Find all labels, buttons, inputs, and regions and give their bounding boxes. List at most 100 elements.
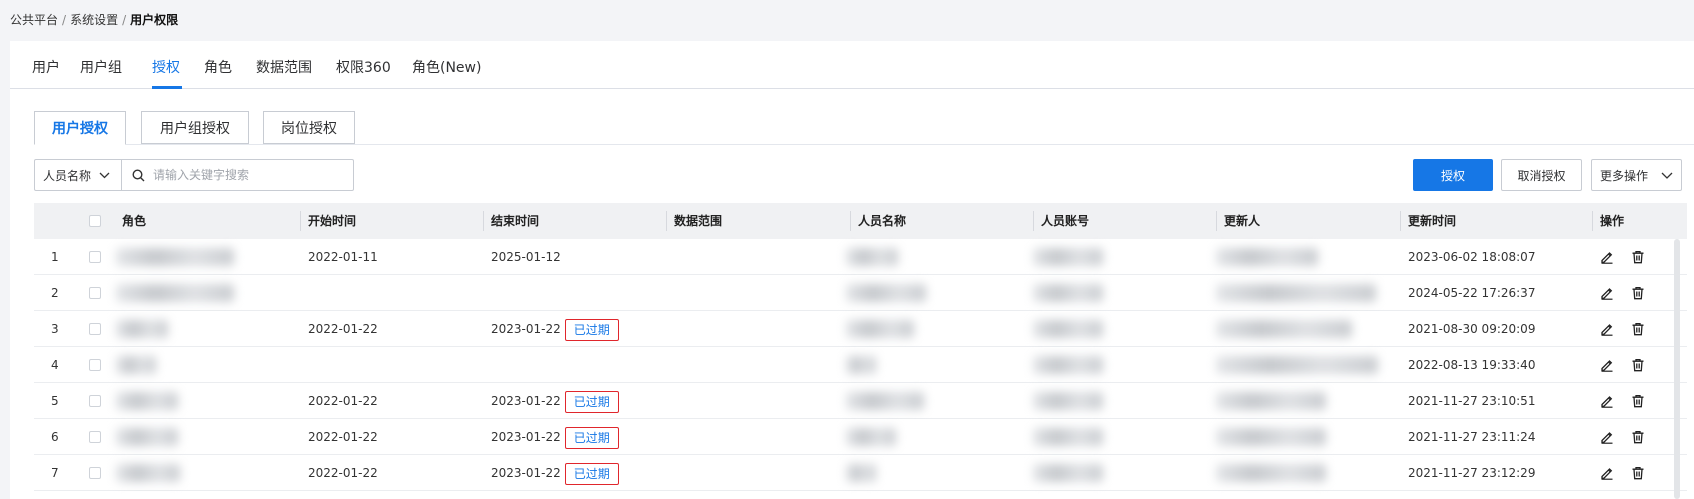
start-time-cell: 2022-01-11 xyxy=(308,250,378,264)
update-time-cell: 2021-11-27 23:12:29 xyxy=(1408,466,1536,480)
edit-icon[interactable] xyxy=(1600,466,1614,480)
edit-icon[interactable] xyxy=(1600,322,1614,336)
role-cell-redacted xyxy=(116,320,168,338)
update-time-cell: 2021-11-27 23:10:51 xyxy=(1408,394,1536,408)
delete-icon[interactable] xyxy=(1631,322,1645,336)
updater-redacted xyxy=(1216,320,1352,338)
tab-authorization[interactable]: 授权 xyxy=(152,57,180,77)
edit-icon[interactable] xyxy=(1600,358,1614,372)
header-person-name: 人员名称 xyxy=(850,203,906,239)
grant-button[interactable]: 授权 xyxy=(1413,159,1493,191)
start-time-cell: 2022-01-22 xyxy=(308,466,378,480)
person-account-redacted xyxy=(1033,392,1103,410)
header-operations: 操作 xyxy=(1592,203,1624,239)
row-checkbox[interactable] xyxy=(89,251,101,263)
search-field-label: 人员名称 xyxy=(43,168,92,183)
delete-icon[interactable] xyxy=(1631,250,1645,264)
header-start-time: 开始时间 xyxy=(300,203,356,239)
table-row: 1 2022-01-11 2025-01-12 2023-06-02 18:08… xyxy=(34,239,1687,275)
edit-icon[interactable] xyxy=(1600,394,1614,408)
search-input[interactable] xyxy=(153,168,343,182)
person-name-redacted xyxy=(846,284,926,302)
person-account-redacted xyxy=(1033,320,1103,338)
delete-icon[interactable] xyxy=(1631,466,1645,480)
role-cell-redacted xyxy=(116,356,156,374)
delete-icon[interactable] xyxy=(1631,358,1645,372)
tab-permission-360[interactable]: 权限360 xyxy=(336,57,391,77)
delete-icon[interactable] xyxy=(1631,394,1645,408)
row-index: 4 xyxy=(51,358,59,372)
tab-users[interactable]: 用户 xyxy=(32,57,60,77)
person-name-redacted xyxy=(846,320,914,338)
row-checkbox[interactable] xyxy=(89,467,101,479)
row-index: 1 xyxy=(51,250,59,264)
updater-redacted xyxy=(1216,284,1376,302)
breadcrumb-current: 用户权限 xyxy=(130,13,179,27)
row-checkbox[interactable] xyxy=(89,359,101,371)
breadcrumb-item-settings[interactable]: 系统设置 xyxy=(70,13,118,27)
header-end-time: 结束时间 xyxy=(483,203,539,239)
role-cell-redacted xyxy=(116,392,178,410)
tab-roles[interactable]: 角色 xyxy=(204,57,232,77)
update-time-cell: 2021-08-30 09:20:09 xyxy=(1408,322,1536,336)
person-name-redacted xyxy=(846,392,924,410)
person-name-redacted xyxy=(846,356,876,374)
subtab-group-authorization[interactable]: 用户组授权 xyxy=(141,111,249,144)
update-time-cell: 2023-06-02 18:08:07 xyxy=(1408,250,1536,264)
header-data-scope: 数据范围 xyxy=(666,203,722,239)
tab-data-scope[interactable]: 数据范围 xyxy=(256,57,312,77)
person-name-redacted xyxy=(846,428,896,446)
table-row: 4 2022-08-13 19:33:40 xyxy=(34,347,1687,383)
update-time-cell: 2021-11-27 23:11:24 xyxy=(1408,430,1536,444)
edit-icon[interactable] xyxy=(1600,286,1614,300)
search-icon xyxy=(132,168,145,181)
person-account-redacted xyxy=(1033,428,1103,446)
person-account-redacted xyxy=(1033,284,1103,302)
breadcrumb-item-platform[interactable]: 公共平台 xyxy=(10,13,58,27)
row-index: 6 xyxy=(51,430,59,444)
expired-badge: 已过期 xyxy=(564,390,619,413)
main-tabs: 用户 用户组 授权 角色 数据范围 权限360 角色(New) xyxy=(10,41,1694,89)
content-card: 用户 用户组 授权 角色 数据范围 权限360 角色(New) 用户授权 用户组… xyxy=(10,41,1694,499)
person-name-redacted xyxy=(846,248,898,266)
person-name-redacted xyxy=(846,464,876,482)
table-row: 6 2022-01-22 2023-01-22 已过期 2021-11-27 23… xyxy=(34,419,1687,455)
subtab-position-authorization[interactable]: 岗位授权 xyxy=(263,111,355,144)
select-all-checkbox[interactable] xyxy=(89,215,101,227)
expired-badge: 已过期 xyxy=(564,462,619,485)
header-role: 角色 xyxy=(122,214,147,228)
end-time-cell: 2023-01-22 已过期 xyxy=(491,383,619,419)
row-index: 3 xyxy=(51,322,59,336)
delete-icon[interactable] xyxy=(1631,430,1645,444)
delete-icon[interactable] xyxy=(1631,286,1645,300)
expired-badge: 已过期 xyxy=(564,426,619,449)
edit-icon[interactable] xyxy=(1600,250,1614,264)
more-actions-dropdown[interactable]: 更多操作 xyxy=(1591,159,1682,191)
end-time-cell: 2025-01-12 xyxy=(491,239,561,275)
header-person-account: 人员账号 xyxy=(1033,203,1089,239)
end-time-text: 2023-01-22 xyxy=(491,394,561,408)
revoke-button[interactable]: 取消授权 xyxy=(1501,159,1582,191)
row-checkbox[interactable] xyxy=(89,287,101,299)
edit-icon[interactable] xyxy=(1600,430,1614,444)
updater-redacted xyxy=(1216,464,1326,482)
person-account-redacted xyxy=(1033,464,1103,482)
search-field-select[interactable]: 人员名称 xyxy=(35,160,122,190)
subtab-user-authorization[interactable]: 用户授权 xyxy=(34,111,126,145)
tab-user-groups[interactable]: 用户组 xyxy=(80,57,122,77)
chevron-down-icon xyxy=(1661,172,1673,179)
header-update-time: 更新时间 xyxy=(1400,203,1456,239)
row-index: 5 xyxy=(51,394,59,408)
update-time-cell: 2022-08-13 19:33:40 xyxy=(1408,358,1536,372)
row-checkbox[interactable] xyxy=(89,431,101,443)
expired-badge: 已过期 xyxy=(564,318,619,341)
table-header: 角色 开始时间 结束时间 数据范围 人员名称 人员账号 更新人 更新时间 操作 xyxy=(34,203,1687,239)
updater-redacted xyxy=(1216,356,1378,374)
tab-roles-new[interactable]: 角色(New) xyxy=(412,57,481,77)
role-cell-redacted xyxy=(116,284,234,302)
row-checkbox[interactable] xyxy=(89,323,101,335)
row-checkbox[interactable] xyxy=(89,395,101,407)
table-scrollbar[interactable] xyxy=(1674,239,1680,499)
end-time-cell: 2023-01-22 已过期 xyxy=(491,419,619,455)
table-row: 7 2022-01-22 2023-01-22 已过期 2021-11-27 23… xyxy=(34,455,1687,491)
